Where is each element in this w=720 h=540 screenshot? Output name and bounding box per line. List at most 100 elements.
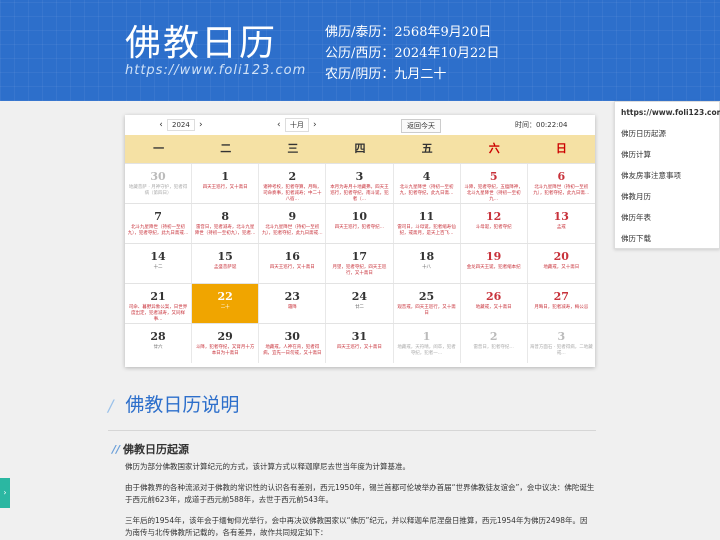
calendar-day[interactable]: 30 地藏戒，人神在背，犯者得病，宜先一日勿戒，又十斋日	[259, 324, 327, 363]
calendar-day[interactable]: 4 北斗九星降世（持初一至初九，犯者夺纪，此九日斋…	[394, 164, 461, 203]
calendar-week-row: 28 廿六 29 斗降，犯者夺纪，又肾月十方本日为十斋日 30 地藏戒，人神在背，犯者得病…	[125, 323, 595, 363]
day-note: 本月为寿月十地藏弗，四天王巡行，犯者夺纪，南斗诞，犯者（…	[330, 185, 389, 202]
calendar-day[interactable]: 5 斗降，犯者夺纪，五瘟降神，北斗九星降世（持初一至初九…	[461, 164, 528, 203]
section-title-text: 佛教日历说明	[125, 394, 240, 416]
month-select[interactable]: 十月	[284, 118, 309, 132]
site-title[interactable]: 佛教日历	[125, 14, 277, 66]
calendar-grid: 30 地藏菩萨 · 月神守护，犯者得病（第四日） 1 四天王巡行，又十斋日 2 诸神考校，…	[125, 163, 595, 363]
next-month-button[interactable]: ›	[309, 120, 321, 130]
day-number: 31	[351, 330, 368, 343]
calendar-day[interactable]: 25 观音戒，四天王巡行，又十斋日	[394, 284, 461, 323]
day-note: 地藏菩萨 · 月神守护，犯者得病（第四日）	[128, 185, 188, 196]
calendar-day[interactable]: 1 四天王巡行，又十斋日	[192, 164, 260, 203]
day-note: 四天王巡行，又十斋日	[269, 265, 315, 270]
weekday-label: 五	[421, 142, 433, 155]
calendar-day[interactable]: 16 四天王巡行，又十斋日	[259, 244, 327, 283]
calendar-day[interactable]: 23 霜降	[259, 284, 327, 323]
day-note: 十二	[153, 265, 163, 270]
calendar-day[interactable]: 7 北斗九星降世（持初一至初九），犯者夺纪，此九日斋戒…	[125, 204, 193, 243]
day-note: 诸神考校，犯者夺算，月晦，司命奏事，犯者减寿；中二十八宿…	[263, 185, 322, 202]
day-note: 观音戒，四天王巡行，又十斋日	[397, 305, 456, 316]
calendar-day[interactable]: 29 斗降，犯者夺纪，又肾月十方本日为十斋日	[192, 324, 260, 363]
menu-item[interactable]: 佛友房事注意事项	[615, 165, 719, 186]
day-number: 1	[422, 330, 431, 343]
calendar-day[interactable]: 12 斗母诞，犯者夺纪	[461, 204, 528, 243]
day-number: 23	[284, 290, 300, 303]
day-note: 四天王巡行，犯者夺纪…	[334, 225, 385, 230]
calendar-day[interactable]: 9 北斗九星降世（持初一至初九），犯者夺纪，此九日斋戒…	[259, 204, 327, 243]
calendar-day[interactable]: 3 本月为寿月十地藏弗，四天王巡行，犯者夺纪，南斗诞，犯者（…	[326, 164, 394, 203]
side-menu: https://www.foli123.com 佛历日历起源 佛历计算 佛友房事注意事…	[614, 101, 720, 249]
sub-heading: //佛教日历起源	[112, 441, 189, 457]
calendar-day[interactable]: 21 司命、暮野异象公案，日世界度出定，犯者减寿，又同样事…	[125, 284, 193, 323]
calendar-day-today[interactable]: 22 二十	[192, 284, 260, 323]
day-number: 27	[553, 290, 569, 303]
section-heading: / 佛教日历说明	[108, 390, 239, 417]
subheading-slash-icon: //	[112, 443, 121, 456]
calendar-day[interactable]: 27 月晦日，犯者减寿，梅公忌	[528, 284, 595, 323]
day-note: 二十	[220, 305, 230, 310]
calendar-toolbar: ‹ 2024 › ‹ 十月 › 返回今天 时间：00:22:04	[125, 115, 595, 135]
weekday-label: 日	[555, 142, 567, 155]
next-year-button[interactable]: ›	[195, 120, 207, 130]
side-expand-tab[interactable]: ›	[0, 478, 10, 508]
year-select[interactable]: 2024	[167, 119, 195, 131]
calendar-day[interactable]: 28 廿六	[125, 324, 193, 363]
calendar-day[interactable]: 26 地藏戒，又十斋日	[461, 284, 528, 323]
calendar-day[interactable]: 14 十二	[125, 244, 193, 283]
day-number: 2	[288, 170, 297, 183]
calendar-day[interactable]: 1 地藏戒，天符晴，阅卒，犯者夺纪，犯者一…	[394, 324, 461, 363]
calendar-day[interactable]: 8 雷音日，犯者减寿，北斗九星降世（持初一至初九），犯者…	[192, 204, 260, 243]
day-note: 四天王巡行，又十斋日	[336, 345, 382, 350]
calendar-day[interactable]: 20 地藏戒，又十斋日	[528, 244, 595, 283]
menu-item[interactable]: 佛历年表	[615, 207, 719, 228]
menu-item[interactable]: 佛历下载	[615, 228, 719, 249]
weekday-label: 一	[153, 142, 165, 155]
site-url[interactable]: https://www.foli123.com	[125, 63, 306, 78]
menu-item[interactable]: 佛历计算	[615, 144, 719, 165]
menu-item[interactable]: 佛教月历	[615, 186, 719, 207]
today-button[interactable]: 返回今天	[401, 119, 441, 133]
day-note: 月望，犯者夺纪，四天王巡行，又十斋日	[332, 265, 387, 276]
day-number: 30	[150, 170, 166, 183]
day-note: 霜降	[287, 305, 297, 310]
calendar-day[interactable]: 13 孟戒	[528, 204, 595, 243]
weekday-label: 二	[220, 142, 232, 155]
weekday-header: 一二三四五六日	[125, 135, 595, 163]
calendar-day[interactable]: 11 雷司日，斗母诞，犯者缩寿仙纪，戒斋月，是天上百飞…	[394, 204, 461, 243]
calendar-week-row: 30 地藏菩萨 · 月神守护，犯者得病（第四日） 1 四天王巡行，又十斋日 2 诸神考校，…	[125, 163, 595, 203]
day-number: 30	[284, 330, 300, 343]
prev-month-button[interactable]: ‹	[273, 120, 285, 130]
day-number: 6	[557, 170, 566, 183]
calendar-day[interactable]: 6 北斗九星降世（持初一至初九），犯者夺纪，此九日斋…	[528, 164, 595, 203]
day-number: 3	[355, 170, 364, 183]
day-number: 9	[288, 210, 297, 223]
calendar-day[interactable]: 15 孟盛菩萨诞	[192, 244, 260, 283]
calendar-day[interactable]: 2 诸神考校，犯者夺算，月晦，司命奏事，犯者减寿；中二十八宿…	[259, 164, 327, 203]
weekday-label: 四	[354, 142, 366, 155]
day-note: 海普方面石 · 犯者得病，二地藏戒…	[529, 345, 593, 356]
article-paragraph-3: 三年后的1954年，该年会于缅甸仰光举行，会中再决议佛教国家以“佛历”纪元，并以…	[125, 516, 588, 537]
calendar-day[interactable]: 2 雷普日，犯者夺纪…	[461, 324, 528, 363]
calendar-week-row: 21 司命、暮野异象公案，日世界度出定，犯者减寿，又同样事… 22 二十 23 霜降 24 廿…	[125, 283, 595, 323]
clock-display: 时间：00:22:04	[515, 121, 568, 129]
day-number: 2	[489, 330, 498, 343]
menu-item[interactable]: 佛历日历起源	[615, 123, 719, 144]
calendar-day[interactable]: 19 金龙四天王诞，犯者缩本纪	[461, 244, 528, 283]
calendar-day[interactable]: 18 十八	[394, 244, 461, 283]
site-header: 佛教日历 https://www.foli123.com 佛历/泰历：2568年…	[0, 0, 720, 101]
calendar-day[interactable]: 3 海普方面石 · 犯者得病，二地藏戒…	[528, 324, 595, 363]
calendar-day[interactable]: 17 月望，犯者夺纪，四天王巡行，又十斋日	[326, 244, 394, 283]
calendar-day[interactable]: 31 四天王巡行，又十斋日	[326, 324, 394, 363]
menu-item[interactable]: https://www.foli123.com	[615, 102, 720, 123]
prev-year-button[interactable]: ‹	[155, 120, 167, 130]
sub-title-text: 佛教日历起源	[123, 443, 190, 456]
calendar-day[interactable]: 10 四天王巡行，犯者夺纪…	[326, 204, 394, 243]
weekday-label: 三	[287, 142, 299, 155]
day-note: 十八	[422, 265, 432, 270]
calendar-day[interactable]: 30 地藏菩萨 · 月神守护，犯者得病（第四日）	[125, 164, 193, 203]
day-number: 16	[284, 250, 300, 263]
day-note: 雷司日，斗母诞，犯者缩寿仙纪，戒斋月，是天上百飞…	[397, 225, 456, 236]
calendar-day[interactable]: 24 廿二	[326, 284, 394, 323]
day-note: 斗母诞，犯者夺纪	[475, 225, 512, 230]
